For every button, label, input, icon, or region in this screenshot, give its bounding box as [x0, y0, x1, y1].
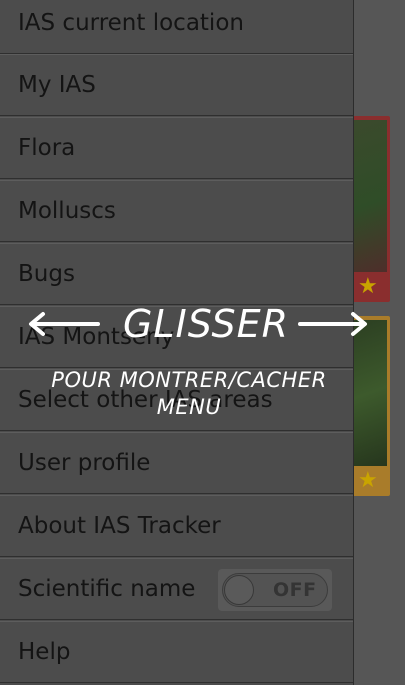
- menu-item-ias-current-location[interactable]: IAS current location: [0, 0, 353, 54]
- toggle-state-label: OFF: [273, 579, 317, 601]
- hint-subtitle-line1: POUR MONTRER/CACHER: [51, 368, 327, 392]
- menu-item-label: My IAS: [18, 72, 96, 98]
- species-photo: [353, 120, 387, 272]
- menu-item-my-ias[interactable]: My IAS: [0, 54, 353, 116]
- toggle-knob: [224, 575, 254, 605]
- menu-item-help[interactable]: Help: [0, 621, 353, 683]
- hint-title: GLISSER: [122, 302, 290, 346]
- toggle-track: OFF: [222, 573, 328, 607]
- left-arrow-icon: [29, 312, 100, 336]
- menu-item-label: Flora: [18, 135, 76, 161]
- menu-item-label: About IAS Tracker: [18, 513, 221, 539]
- star-icon[interactable]: ★: [358, 470, 378, 492]
- hint-subtitle-line2: MENU: [156, 395, 222, 419]
- menu-item-label: Molluscs: [18, 198, 116, 224]
- menu-item-label: Scientific name: [18, 576, 196, 602]
- swipe-hint: GLISSER: [0, 296, 405, 352]
- species-card[interactable]: ★: [350, 116, 390, 302]
- menu-item-molluscs[interactable]: Molluscs: [0, 180, 353, 242]
- menu-item-about-ias-tracker[interactable]: About IAS Tracker: [0, 495, 353, 557]
- menu-item-label: User profile: [18, 450, 151, 476]
- right-arrow-icon: [298, 312, 367, 336]
- scientific-name-toggle[interactable]: OFF: [218, 569, 332, 611]
- menu-item-flora[interactable]: Flora: [0, 117, 353, 179]
- menu-item-label: IAS current location: [18, 10, 244, 36]
- menu-item-user-profile[interactable]: User profile: [0, 432, 353, 494]
- menu-item-label: Bugs: [18, 261, 75, 287]
- star-icon[interactable]: ★: [358, 276, 378, 298]
- menu-item-scientific-name: Scientific name OFF: [0, 558, 353, 620]
- menu-item-label: Help: [18, 639, 71, 665]
